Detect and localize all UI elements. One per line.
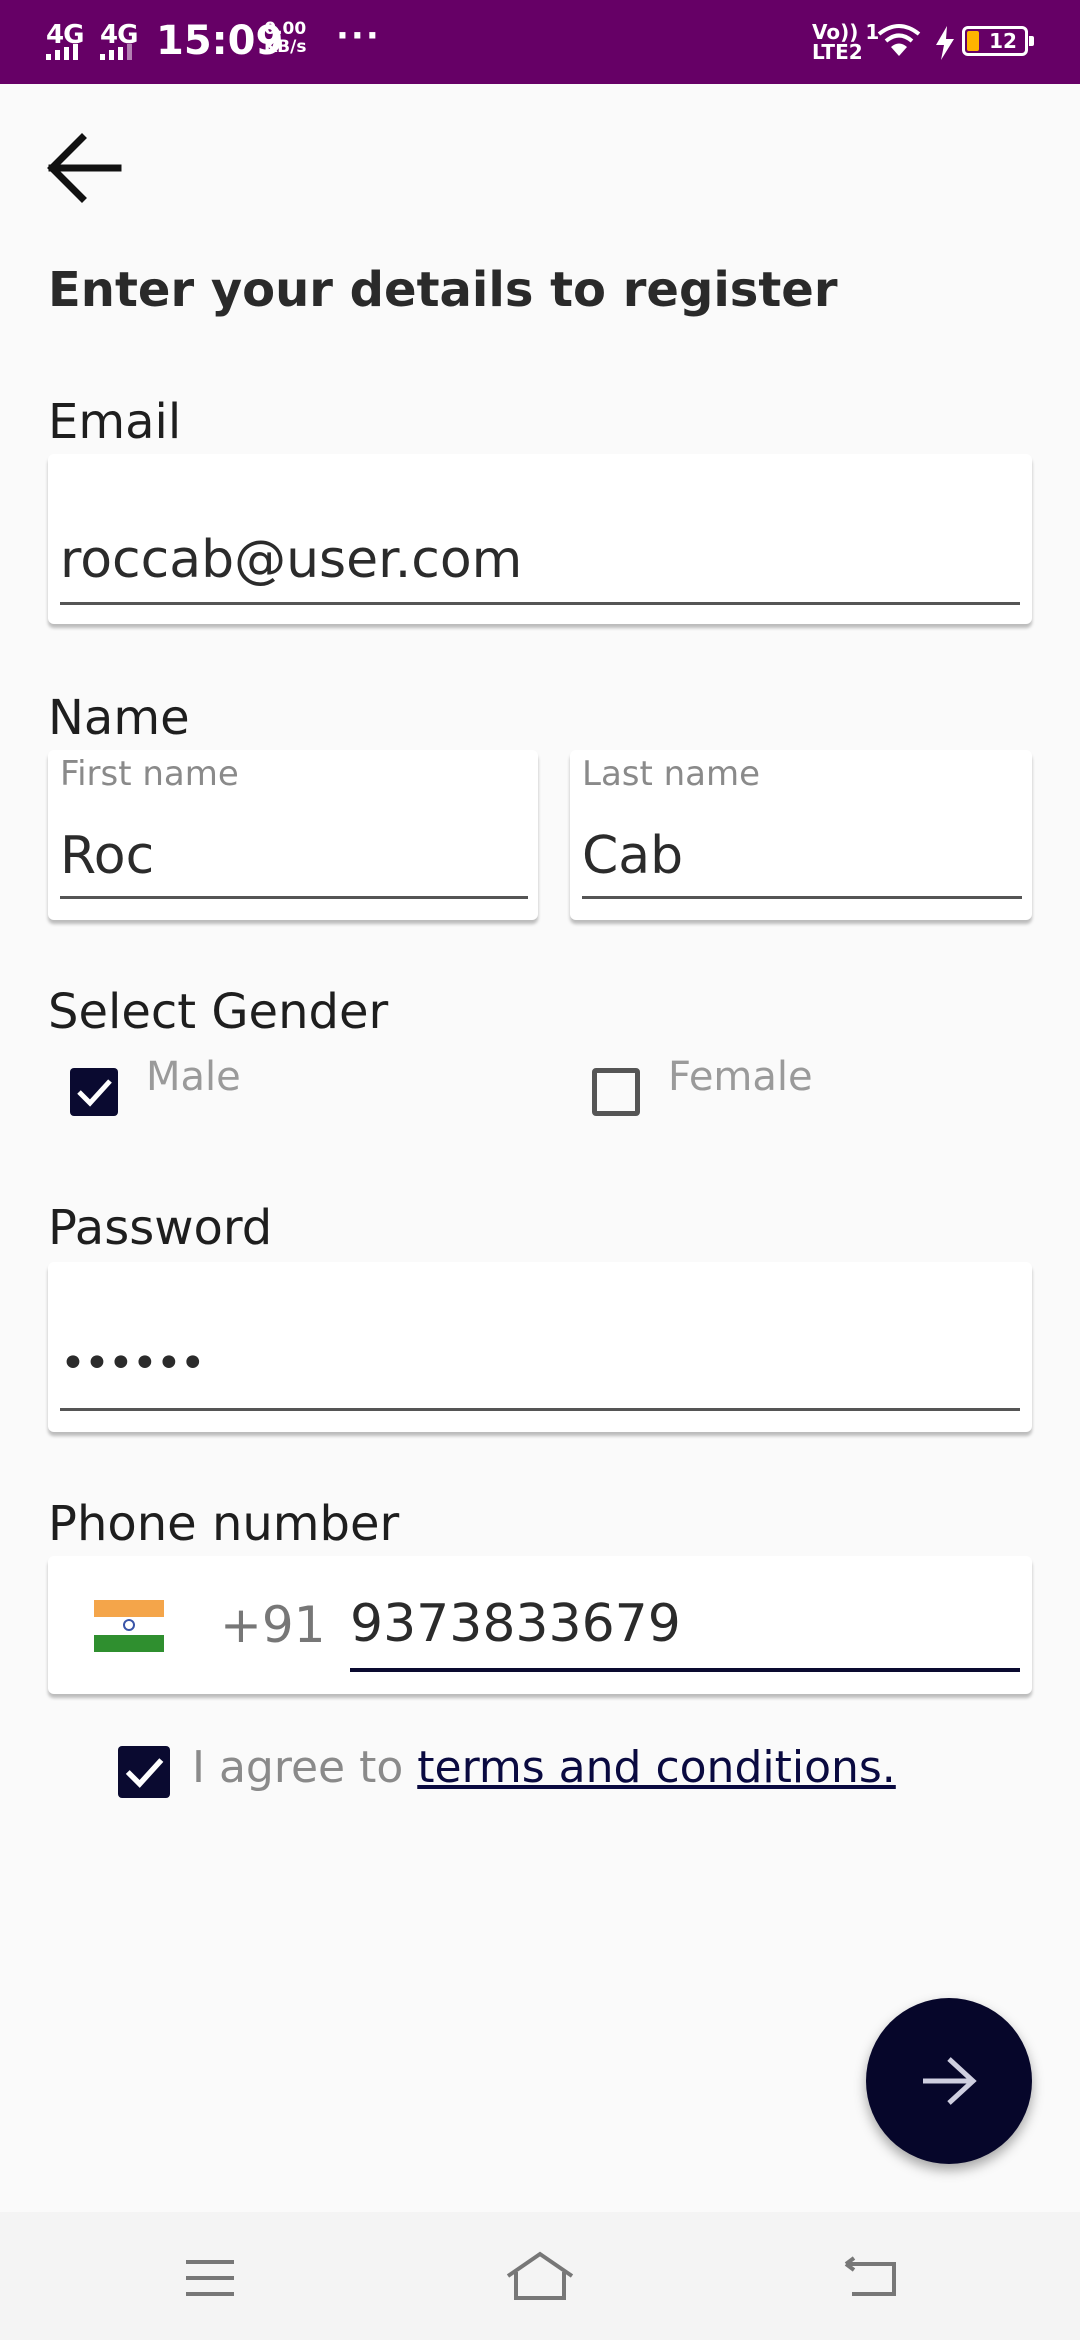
dial-code[interactable]: +91	[220, 1596, 326, 1654]
system-nav-bar	[0, 2212, 1080, 2340]
first-name-field[interactable]: First name Roc	[48, 750, 538, 920]
password-field[interactable]: ••••••	[48, 1262, 1032, 1432]
back-arrow-icon[interactable]	[44, 130, 124, 206]
password-value[interactable]: ••••••	[60, 1338, 206, 1389]
volte-indicator: Vo)) 1 LTE2	[812, 22, 879, 62]
check-icon	[125, 1758, 164, 1788]
speed-value: 0.00	[264, 19, 307, 39]
india-flag-icon[interactable]	[94, 1600, 164, 1652]
wifi-icon	[877, 24, 921, 56]
email-underline	[60, 602, 1020, 605]
first-name-value[interactable]: Roc	[60, 826, 154, 886]
battery-fill	[967, 31, 979, 51]
male-option-label[interactable]: Male	[146, 1054, 241, 1100]
arrow-right-icon	[923, 2057, 977, 2105]
email-label: Email	[48, 394, 182, 450]
next-button[interactable]	[866, 1998, 1032, 2164]
female-option-label[interactable]: Female	[668, 1054, 813, 1100]
phone-value[interactable]: 9373833679	[350, 1594, 681, 1654]
charging-icon	[936, 26, 954, 60]
network-speed: 0.00 KB/s	[264, 20, 306, 56]
battery-level: 12	[989, 29, 1017, 53]
last-name-value[interactable]: Cab	[582, 826, 683, 886]
first-name-underline	[60, 896, 528, 899]
email-value[interactable]: roccab@user.com	[60, 530, 522, 590]
phone-label: Phone number	[48, 1496, 400, 1552]
password-underline	[60, 1408, 1020, 1411]
signal-icon	[100, 44, 132, 60]
home-icon[interactable]	[504, 2250, 576, 2302]
signal-icon	[46, 44, 78, 60]
last-name-hint: Last name	[582, 754, 761, 794]
male-checkbox[interactable]	[70, 1068, 118, 1116]
last-name-underline	[582, 896, 1022, 899]
battery-nub	[1029, 36, 1034, 46]
terms-link[interactable]: terms and conditions.	[417, 1742, 896, 1793]
volte-line1: Vo)) 1	[812, 20, 880, 44]
phone-underline	[350, 1668, 1020, 1672]
password-label: Password	[48, 1200, 273, 1256]
volte-line2: LTE2	[812, 40, 863, 64]
name-label: Name	[48, 690, 190, 746]
return-icon[interactable]	[842, 2256, 898, 2298]
first-name-hint: First name	[60, 754, 239, 794]
overflow-icon: ···	[336, 16, 381, 56]
check-icon	[77, 1079, 112, 1107]
email-field[interactable]: roccab@user.com	[48, 454, 1032, 624]
gender-label: Select Gender	[48, 984, 389, 1040]
speed-unit: KB/s	[264, 37, 307, 57]
battery-icon: 12	[962, 26, 1034, 56]
phone-field[interactable]: +91 9373833679	[48, 1556, 1032, 1694]
status-bar: 4G 4G 15:09 0.00 KB/s ··· Vo)) 1 LTE2 12	[0, 0, 1080, 84]
terms-text: I agree to terms and conditions.	[192, 1742, 896, 1793]
terms-prefix: I agree to	[192, 1742, 418, 1793]
female-checkbox[interactable]	[592, 1068, 640, 1116]
last-name-field[interactable]: Last name Cab	[570, 750, 1032, 920]
menu-icon[interactable]	[184, 2258, 236, 2298]
page-title: Enter your details to register	[48, 262, 838, 318]
terms-checkbox[interactable]	[118, 1746, 170, 1798]
